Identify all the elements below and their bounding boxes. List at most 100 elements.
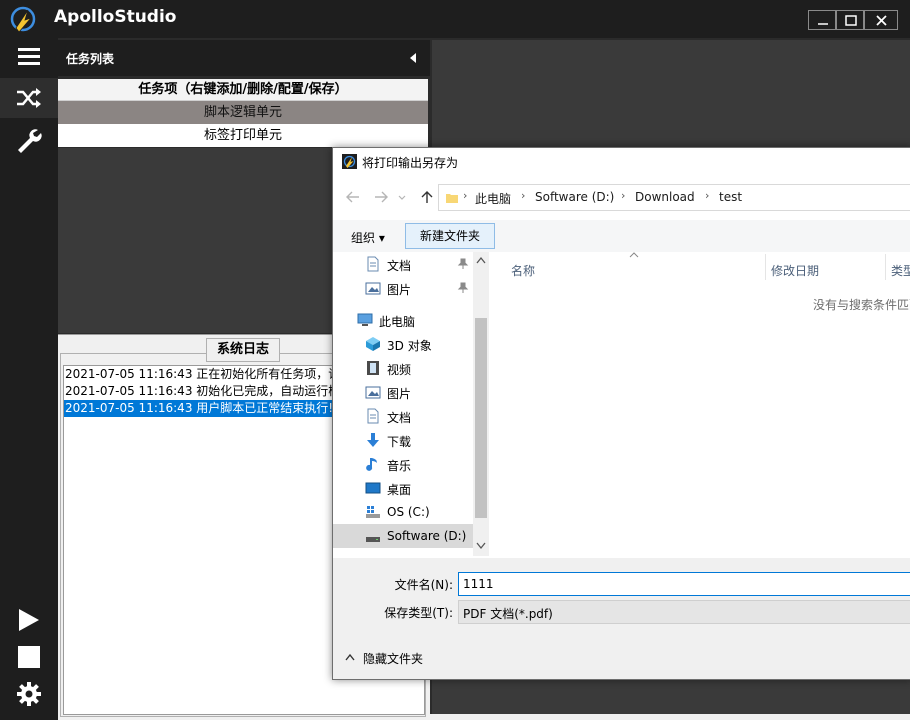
menu-icon[interactable] xyxy=(14,42,44,72)
side-nav xyxy=(0,38,58,720)
recent-dropdown-icon[interactable] xyxy=(397,190,407,204)
stop-icon[interactable] xyxy=(14,642,44,672)
dialog-title: 将打印输出另存为 xyxy=(362,156,459,170)
forward-arrow-icon[interactable] xyxy=(373,190,389,204)
nav-item-label: 下载 xyxy=(387,435,412,449)
nav-pane-scrollbar[interactable] xyxy=(473,252,489,556)
task-panel-title: 任务列表 xyxy=(66,52,115,66)
pin-icon xyxy=(457,282,469,293)
column-separator[interactable] xyxy=(765,254,766,280)
app-title: ApolloStudio xyxy=(54,7,177,27)
nav-item-documents[interactable]: 文档 xyxy=(333,404,473,428)
nav-item-3d-objects[interactable]: 3D 对象 xyxy=(333,332,473,356)
desktop-icon xyxy=(365,482,381,494)
maximize-button[interactable] xyxy=(836,10,864,30)
dialog-titlebar: 将打印输出另存为 xyxy=(333,148,910,176)
scroll-up-icon[interactable] xyxy=(476,256,486,264)
apollo-logo-icon xyxy=(10,6,36,33)
minimize-icon xyxy=(818,23,828,25)
close-button[interactable] xyxy=(864,10,898,30)
chevron-up-icon xyxy=(345,653,355,661)
wrench-icon[interactable] xyxy=(14,126,44,156)
navigation-pane: 文档 图片 此电脑 3D 对象 视频 图片 文档 下载 音乐 桌面 OS (C:… xyxy=(333,252,491,556)
nav-item-this-pc[interactable]: 此电脑 xyxy=(333,308,473,332)
picture-icon xyxy=(365,282,381,295)
download-icon xyxy=(367,433,379,447)
nav-item-documents-quick[interactable]: 文档 xyxy=(333,252,473,276)
task-table: 任务项（右键添加/删除/配置/保存） 脚本逻辑单元 标签打印单元 xyxy=(58,79,428,147)
organize-button[interactable]: 组织 ▾ xyxy=(351,229,385,246)
folder-icon xyxy=(446,194,458,203)
status-strip xyxy=(430,714,910,720)
breadcrumb-test[interactable]: test xyxy=(719,190,742,204)
nav-item-label: 文档 xyxy=(387,259,412,273)
column-header-type[interactable]: 类型 xyxy=(891,262,910,279)
nav-item-desktop[interactable]: 桌面 xyxy=(333,476,473,500)
breadcrumb-separator: › xyxy=(621,189,626,202)
cube-icon xyxy=(366,337,380,351)
nav-item-os-c[interactable]: OS (C:) xyxy=(333,500,473,524)
filetype-select[interactable]: PDF 文档(*.pdf) xyxy=(458,600,910,624)
nav-item-label: 图片 xyxy=(387,283,412,297)
nav-item-pictures-quick[interactable]: 图片 xyxy=(333,276,473,300)
video-icon xyxy=(367,361,379,375)
pin-icon xyxy=(457,258,469,269)
breadcrumb-this-pc[interactable]: 此电脑 xyxy=(475,190,511,207)
sort-up-icon xyxy=(629,252,639,258)
scrollbar-thumb[interactable] xyxy=(475,318,487,518)
breadcrumb-separator: › xyxy=(463,189,468,202)
breadcrumb-software-d[interactable]: Software (D:) xyxy=(535,190,614,204)
back-arrow-icon[interactable] xyxy=(345,190,361,204)
filename-label: 文件名(N): xyxy=(394,578,453,592)
nav-item-pictures[interactable]: 图片 xyxy=(333,380,473,404)
collapse-left-icon[interactable] xyxy=(408,52,418,64)
shuffle-icon[interactable] xyxy=(14,83,44,113)
save-as-dialog: 将打印输出另存为 › 此电脑 › Software (D:) › Downloa… xyxy=(332,147,910,680)
nav-item-label: 此电脑 xyxy=(379,315,416,329)
breadcrumb-separator: › xyxy=(705,189,710,202)
column-separator[interactable] xyxy=(885,254,886,280)
computer-icon xyxy=(357,313,373,326)
task-row[interactable]: 标签打印单元 xyxy=(58,124,428,147)
drive-icon xyxy=(366,506,380,518)
nav-item-downloads[interactable]: 下载 xyxy=(333,428,473,452)
task-table-header: 任务项（右键添加/删除/配置/保存） xyxy=(58,79,428,101)
gear-icon[interactable] xyxy=(14,679,44,709)
document-icon xyxy=(367,408,379,424)
nav-item-label: Software (D:) xyxy=(387,529,467,543)
hide-folders-label: 隐藏文件夹 xyxy=(363,652,424,666)
log-panel-title: 系统日志 xyxy=(206,338,280,362)
task-panel-header: 任务列表 xyxy=(58,40,430,76)
drive-icon xyxy=(366,537,380,542)
task-row[interactable]: 脚本逻辑单元 xyxy=(58,101,428,124)
breadcrumb-separator: › xyxy=(521,189,526,202)
picture-icon xyxy=(365,386,381,399)
column-header-date[interactable]: 修改日期 xyxy=(771,262,819,279)
address-bar[interactable]: › 此电脑 › Software (D:) › Download › test xyxy=(438,184,910,211)
nav-item-software-d[interactable]: Software (D:) xyxy=(333,524,473,548)
breadcrumb-download[interactable]: Download xyxy=(635,190,695,204)
empty-results-message: 没有与搜索条件匹配的项。 xyxy=(813,298,910,312)
nav-item-label: OS (C:) xyxy=(387,505,430,519)
filename-input[interactable] xyxy=(458,572,910,596)
nav-item-videos[interactable]: 视频 xyxy=(333,356,473,380)
nav-item-label: 视频 xyxy=(387,363,412,377)
minimize-button[interactable] xyxy=(808,10,836,30)
file-list-pane: 名称 修改日期 类型 没有与搜索条件匹配的项。 xyxy=(493,252,910,556)
dialog-form-area: 文件名(N): 保存类型(T): PDF 文档(*.pdf) 隐藏文件夹 xyxy=(333,558,910,679)
nav-item-label: 音乐 xyxy=(387,459,412,473)
scroll-down-icon[interactable] xyxy=(476,542,486,550)
play-icon[interactable] xyxy=(14,605,44,635)
up-arrow-icon[interactable] xyxy=(419,190,435,204)
nav-item-music[interactable]: 音乐 xyxy=(333,452,473,476)
new-folder-button[interactable]: 新建文件夹 xyxy=(405,223,495,249)
column-header-name[interactable]: 名称 xyxy=(511,262,535,279)
dialog-toolbar: 组织 ▾ 新建文件夹 xyxy=(333,220,910,252)
close-icon xyxy=(876,15,887,26)
nav-item-label: 桌面 xyxy=(387,483,412,497)
apollo-logo-icon xyxy=(342,154,357,169)
maximize-icon xyxy=(845,15,857,26)
nav-item-label: 图片 xyxy=(387,387,412,401)
nav-item-label: 文档 xyxy=(387,411,412,425)
filetype-label: 保存类型(T): xyxy=(384,606,453,620)
